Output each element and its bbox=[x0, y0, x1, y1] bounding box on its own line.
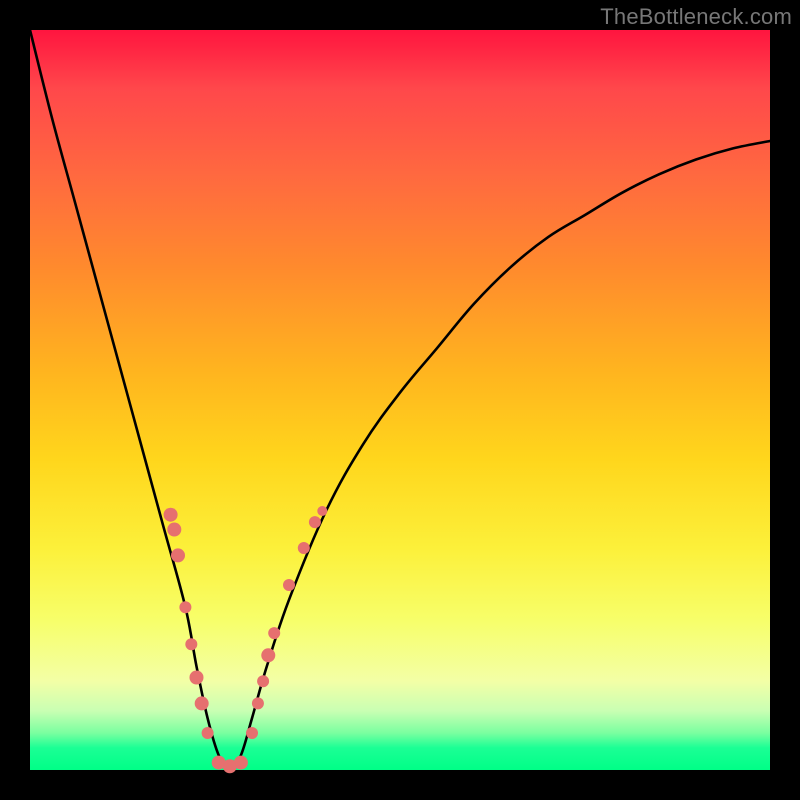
data-marker bbox=[190, 671, 204, 685]
data-marker bbox=[261, 648, 275, 662]
data-marker bbox=[309, 516, 321, 528]
chart-frame: TheBottleneck.com bbox=[0, 0, 800, 800]
plot-area bbox=[30, 30, 770, 770]
data-marker bbox=[202, 727, 214, 739]
data-marker bbox=[317, 506, 327, 516]
data-marker bbox=[164, 508, 178, 522]
data-marker bbox=[298, 542, 310, 554]
data-marker bbox=[179, 601, 191, 613]
data-marker bbox=[195, 696, 209, 710]
data-marker bbox=[257, 675, 269, 687]
data-marker bbox=[268, 627, 280, 639]
watermark-text: TheBottleneck.com bbox=[600, 4, 792, 30]
chart-svg bbox=[30, 30, 770, 770]
data-marker bbox=[185, 638, 197, 650]
data-marker bbox=[171, 548, 185, 562]
bottleneck-curve bbox=[30, 30, 770, 770]
data-marker bbox=[234, 756, 248, 770]
data-marker bbox=[167, 523, 181, 537]
data-markers bbox=[164, 506, 328, 773]
data-marker bbox=[283, 579, 295, 591]
data-marker bbox=[252, 697, 264, 709]
data-marker bbox=[246, 727, 258, 739]
